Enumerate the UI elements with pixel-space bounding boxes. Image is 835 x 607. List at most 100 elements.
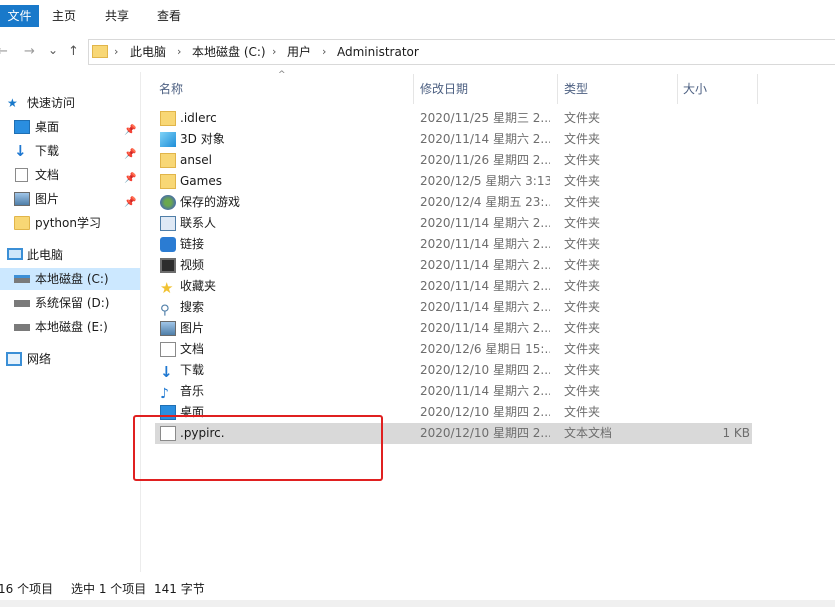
tab-file[interactable]: 文件 bbox=[0, 5, 39, 27]
sidebar-item-label: 桌面 bbox=[35, 120, 60, 134]
file-type: 文件夹 bbox=[564, 132, 601, 146]
back-button[interactable]: ← bbox=[0, 44, 8, 60]
file-row[interactable]: .idlerc 2020/11/25 星期三 2... 文件夹 bbox=[155, 108, 752, 129]
sidebar-item-label: 下载 bbox=[35, 144, 60, 158]
sidebar-item-drive-e[interactable]: 本地磁盘 (E:) bbox=[0, 316, 140, 338]
tab-share[interactable]: 共享 bbox=[105, 5, 129, 27]
column-divider[interactable] bbox=[677, 74, 678, 104]
file-date: 2020/11/14 星期六 2... bbox=[420, 237, 550, 251]
window-bottom-edge bbox=[0, 600, 835, 607]
pin-icon[interactable]: 📌 bbox=[124, 168, 136, 190]
breadcrumb-this-pc[interactable]: 此电脑 bbox=[130, 40, 166, 64]
pin-icon[interactable]: 📌 bbox=[124, 120, 136, 142]
column-header-type[interactable]: 类型 bbox=[564, 76, 588, 102]
file-date: 2020/11/14 星期六 2... bbox=[420, 258, 550, 272]
file-row[interactable]: 视频 2020/11/14 星期六 2... 文件夹 bbox=[155, 255, 752, 276]
drive-icon bbox=[14, 324, 30, 331]
file-row[interactable]: 保存的游戏 2020/12/4 星期五 23:... 文件夹 bbox=[155, 192, 752, 213]
ribbon: 文件 主页 共享 查看 bbox=[0, 0, 835, 33]
file-row[interactable]: ★ 收藏夹 2020/11/14 星期六 2... 文件夹 bbox=[155, 276, 752, 297]
file-row[interactable]: 3D 对象 2020/11/14 星期六 2... 文件夹 bbox=[155, 129, 752, 150]
file-row[interactable]: 联系人 2020/11/14 星期六 2... 文件夹 bbox=[155, 213, 752, 234]
folder-icon bbox=[14, 216, 30, 230]
sidebar-item-drive-c[interactable]: 本地磁盘 (C:) bbox=[0, 268, 140, 290]
file-date: 2020/11/14 星期六 2... bbox=[420, 321, 550, 335]
column-divider[interactable] bbox=[557, 74, 558, 104]
breadcrumb-users[interactable]: 用户 bbox=[287, 40, 311, 64]
file-name: 搜索 bbox=[180, 300, 205, 314]
file-type: 文件夹 bbox=[564, 384, 601, 398]
sidebar-item-network[interactable]: 网络 bbox=[0, 348, 140, 370]
up-button[interactable]: ↑ bbox=[68, 44, 79, 60]
file-date: 2020/11/14 星期六 2... bbox=[420, 300, 550, 314]
tab-home[interactable]: 主页 bbox=[52, 5, 76, 27]
sidebar-item-this-pc[interactable]: 此电脑 bbox=[0, 244, 140, 266]
pictures-icon bbox=[160, 321, 176, 336]
sidebar-item-label: 图片 bbox=[35, 192, 60, 206]
breadcrumb-separator[interactable]: › bbox=[114, 40, 118, 64]
file-type: 文本文档 bbox=[564, 426, 613, 440]
file-row[interactable]: ♪ 音乐 2020/11/14 星期六 2... 文件夹 bbox=[155, 381, 752, 402]
file-row[interactable]: 文档 2020/12/6 星期日 15:... 文件夹 bbox=[155, 339, 752, 360]
tab-view[interactable]: 查看 bbox=[157, 5, 181, 27]
file-type: 文件夹 bbox=[564, 174, 601, 188]
file-name: 保存的游戏 bbox=[180, 195, 241, 209]
sidebar-item-quick-access[interactable]: ★ 快速访问 bbox=[0, 92, 140, 114]
breadcrumb-drive-c[interactable]: 本地磁盘 (C:) bbox=[192, 40, 266, 64]
column-header-date[interactable]: 修改日期 bbox=[420, 76, 468, 102]
contacts-icon bbox=[160, 216, 176, 231]
file-row[interactable]: ↓ 下载 2020/12/10 星期四 2... 文件夹 bbox=[155, 360, 752, 381]
file-date: 2020/11/25 星期三 2... bbox=[420, 111, 550, 125]
sidebar-item-pictures[interactable]: 图片 📌 bbox=[0, 188, 140, 210]
file-type: 文件夹 bbox=[564, 321, 601, 335]
breadcrumb-separator[interactable]: › bbox=[272, 40, 276, 64]
breadcrumb-administrator[interactable]: Administrator bbox=[337, 40, 419, 64]
column-divider[interactable] bbox=[413, 74, 414, 104]
folder-icon bbox=[160, 111, 176, 126]
file-name: 3D 对象 bbox=[180, 132, 225, 146]
documents-icon bbox=[160, 342, 176, 357]
breadcrumb-separator[interactable]: › bbox=[322, 40, 326, 64]
column-divider[interactable] bbox=[757, 74, 758, 104]
file-name: 文档 bbox=[180, 342, 205, 356]
file-row[interactable]: 图片 2020/11/14 星期六 2... 文件夹 bbox=[155, 318, 752, 339]
sidebar-item-documents[interactable]: 文档 📌 bbox=[0, 164, 140, 186]
file-type: 文件夹 bbox=[564, 216, 601, 230]
file-row[interactable]: ansel 2020/11/26 星期四 2... 文件夹 bbox=[155, 150, 752, 171]
column-header-size[interactable]: 大小 bbox=[683, 76, 707, 102]
pin-icon[interactable]: 📌 bbox=[124, 144, 136, 166]
pin-icon[interactable]: 📌 bbox=[124, 192, 136, 214]
highlight-box bbox=[133, 415, 383, 481]
item-count: 16 个项目 bbox=[0, 582, 54, 596]
file-name: 图片 bbox=[180, 321, 205, 335]
sidebar-item-drive-d[interactable]: 系统保留 (D:) bbox=[0, 292, 140, 314]
file-name: 收藏夹 bbox=[180, 279, 217, 293]
network-icon bbox=[6, 352, 22, 366]
sidebar-item-label: 本地磁盘 (E:) bbox=[35, 320, 108, 334]
file-date: 2020/12/10 星期四 2... bbox=[420, 426, 550, 440]
breadcrumb-separator[interactable]: › bbox=[177, 40, 181, 64]
file-row[interactable]: ⚲ 搜索 2020/11/14 星期六 2... 文件夹 bbox=[155, 297, 752, 318]
sidebar-item-desktop[interactable]: 桌面 📌 bbox=[0, 116, 140, 138]
3d-objects-icon bbox=[160, 132, 176, 147]
file-type: 文件夹 bbox=[564, 258, 601, 272]
folder-icon bbox=[160, 153, 176, 168]
file-name: 音乐 bbox=[180, 384, 205, 398]
column-header-name[interactable]: 名称 bbox=[159, 76, 183, 102]
file-row[interactable]: 链接 2020/11/14 星期六 2... 文件夹 bbox=[155, 234, 752, 255]
file-row[interactable]: Games 2020/12/5 星期六 3:13 文件夹 bbox=[155, 171, 752, 192]
file-type: 文件夹 bbox=[564, 237, 601, 251]
videos-icon bbox=[160, 258, 176, 273]
recent-locations-button[interactable]: ⌄ bbox=[48, 42, 58, 58]
searches-icon: ⚲ bbox=[160, 303, 170, 318]
address-bar[interactable]: › 此电脑 › 本地磁盘 (C:) › 用户 › Administrator bbox=[88, 39, 835, 65]
sidebar-item-downloads[interactable]: ↓ 下载 📌 bbox=[0, 140, 140, 162]
picture-icon bbox=[14, 192, 30, 206]
sidebar-item-python[interactable]: python学习 bbox=[0, 212, 140, 234]
sidebar-item-label: 此电脑 bbox=[27, 248, 64, 262]
star-icon: ★ bbox=[7, 96, 18, 110]
favorites-icon: ★ bbox=[160, 279, 174, 297]
file-type: 文件夹 bbox=[564, 153, 601, 167]
forward-button[interactable]: → bbox=[24, 44, 35, 60]
selection-count: 选中 1 个项目 bbox=[71, 582, 147, 596]
